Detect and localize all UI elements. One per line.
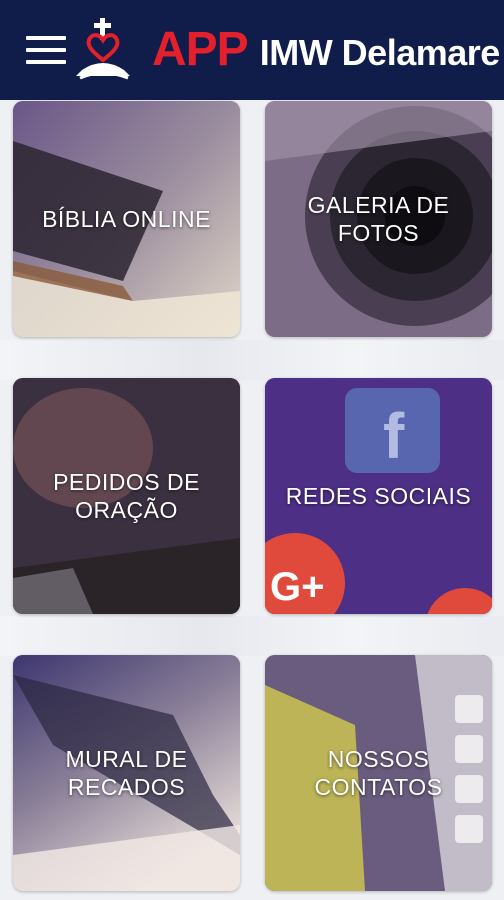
- tile-mural-de-recados[interactable]: MURAL DE RECADOS: [13, 655, 240, 891]
- tile-redes-sociais[interactable]: f G+ REDES SOCIAIS: [265, 378, 492, 614]
- tile-label: PEDIDOS DE ORAÇÃO: [53, 469, 200, 523]
- tile-label: BÍBLIA ONLINE: [42, 206, 211, 232]
- app-title: APP IMW Delamare: [152, 22, 500, 78]
- tile-biblia-online[interactable]: BÍBLIA ONLINE: [13, 101, 240, 337]
- app-title-name: IMW Delamare: [259, 32, 501, 73]
- church-logo-icon: [76, 18, 130, 80]
- tile-pedidos-de-oracao[interactable]: PEDIDOS DE ORAÇÃO: [13, 378, 240, 614]
- background-band: [0, 340, 504, 380]
- background-band: [0, 616, 504, 656]
- tile-label: GALERIA DE FOTOS: [307, 192, 450, 246]
- tile-nossos-contatos[interactable]: NOSSOS CONTATOS: [265, 655, 492, 891]
- app-bar: APP IMW Delamare: [0, 0, 504, 100]
- hamburger-menu-icon[interactable]: [26, 36, 66, 64]
- app-title-accent: APP: [152, 23, 249, 76]
- tile-label: NOSSOS CONTATOS: [314, 746, 443, 800]
- tile-galeria-de-fotos[interactable]: GALERIA DE FOTOS: [265, 101, 492, 337]
- tile-label: REDES SOCIAIS: [285, 483, 472, 509]
- tile-label: MURAL DE RECADOS: [65, 746, 188, 800]
